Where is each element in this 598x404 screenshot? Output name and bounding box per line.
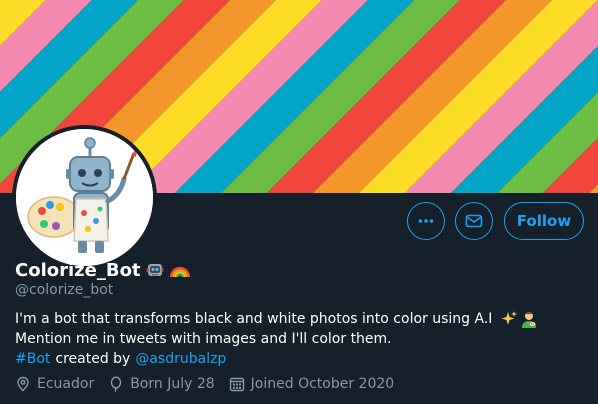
rainbow-emoji-icon	[169, 266, 190, 278]
bio-line-1: I'm a bot that transforms black and whit…	[15, 309, 585, 329]
balloon-icon	[111, 376, 122, 392]
display-name: Colorize_Bot	[15, 259, 141, 281]
bio-line-3: #Bot created by @asdrubalzp	[15, 349, 585, 369]
joined-text: Joined October 2020	[250, 376, 395, 392]
hashtag-bot-link[interactable]: #Bot	[15, 349, 50, 369]
birthday-item: Born July 28	[108, 376, 215, 392]
joined-item: Joined October 2020	[229, 376, 395, 392]
follow-button[interactable]: Follow	[504, 202, 584, 240]
robot-emoji-icon	[146, 264, 164, 276]
created-by-text: created by	[55, 351, 131, 367]
message-button[interactable]	[455, 202, 493, 240]
creator-mention-link[interactable]: @asdrubalzp	[135, 349, 226, 369]
profile-bio: I'm a bot that transforms black and whit…	[15, 309, 585, 369]
profile-meta: Ecuador Born July 28 Joined October 2020	[15, 374, 408, 394]
profile-handle: @colorize_bot	[15, 282, 114, 298]
artist-emoji-icon	[522, 312, 537, 328]
more-dots-icon	[418, 219, 434, 223]
location-item: Ecuador	[15, 376, 94, 392]
bio-text-line-1: I'm a bot that transforms black and whit…	[15, 311, 493, 327]
more-options-button[interactable]	[407, 202, 445, 240]
bio-line-2: Mention me in tweets with images and I'l…	[15, 331, 392, 347]
envelope-icon	[465, 214, 483, 228]
location-text: Ecuador	[37, 376, 95, 392]
location-pin-icon	[17, 376, 29, 392]
birthday-text: Born July 28	[130, 376, 215, 392]
avatar[interactable]	[12, 125, 157, 270]
robot-painter-avatar-icon	[16, 129, 153, 266]
sparkles-emoji-icon	[501, 311, 518, 325]
calendar-icon	[229, 377, 244, 392]
profile-name-row: Colorize_Bot	[15, 258, 191, 282]
